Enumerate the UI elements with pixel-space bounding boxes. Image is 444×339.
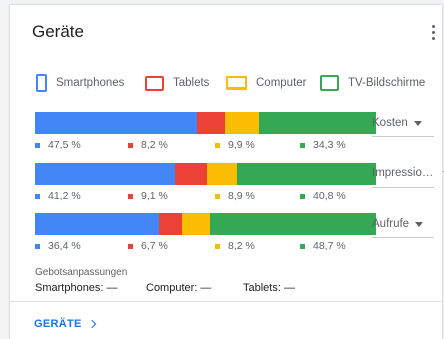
metric-select-kosten[interactable]: Kosten [372,117,422,129]
smartphones-color-icon [35,142,40,148]
data-label-tv: 48,7 % [300,240,346,252]
card-divider [10,301,442,302]
legend-item-computer[interactable]: Computer [226,74,307,92]
devices-link[interactable]: GERÄTE [34,318,96,330]
bar-segment-tablets [159,213,182,235]
bid-adjustment-tablets: Tablets: — [243,282,295,294]
data-label-tablets: 9,1 % [128,190,168,202]
devices-card: Geräte Smartphones Tablets Computer TV-B… [10,5,444,339]
data-label-tablets: 8,2 % [128,139,168,151]
stacked-bar-aufrufe [35,213,376,235]
bid-adjustment-smartphones: Smartphones: — [35,282,118,294]
computer-icon [226,76,247,90]
legend-label-tv: TV-Bildschirme [348,77,426,89]
bar-segment-tv [209,213,376,235]
metric-select-aufrufe[interactable]: Aufrufe [372,218,424,230]
tv-color-icon [300,142,305,148]
select-underline [372,136,434,137]
bar-segment-tv [236,163,376,185]
metric-select-label: Aufrufe [372,218,410,230]
data-label-smartphones: 36,4 % [35,240,81,252]
data-label-smartphones: 41,2 % [35,190,81,202]
bar-segment-computer [206,163,237,185]
devices-link-label: GERÄTE [34,318,82,330]
data-label-smartphones: 47,5 % [35,139,81,151]
bar-segment-tv [258,112,376,134]
data-label-tablets: 6,7 % [128,240,168,252]
legend-label-smartphones: Smartphones [56,77,125,89]
data-label-tv: 40,8 % [300,190,346,202]
computer-color-icon [215,243,220,249]
bar-segment-tablets [175,163,207,185]
stacked-bar-impressionen [35,163,376,185]
bid-adjustments-label: Gebotsanpassungen [35,267,128,278]
data-label-computer: 8,2 % [215,240,255,252]
card-title: Geräte [32,22,84,41]
tv-color-icon [300,243,305,249]
legend-item-tv[interactable]: TV-Bildschirme [320,74,425,92]
tablets-color-icon [128,243,133,249]
data-label-tv: 34,3 % [300,139,346,151]
metric-select-label: Kosten [372,117,408,129]
computer-color-icon [215,193,220,199]
dropdown-caret-icon [413,120,422,126]
bar-segment-tablets [197,112,226,134]
tv-icon [320,75,339,91]
data-label-computer: 8,9 % [215,190,255,202]
legend-item-smartphones[interactable]: Smartphones [36,74,124,92]
metric-select-impressionen[interactable]: Impressio… [372,167,444,179]
bid-adjustment-computer: Computer: — [146,282,212,294]
legend-label-tablets: Tablets [173,77,210,89]
smartphones-color-icon [35,243,40,249]
smartphones-color-icon [35,193,40,199]
bar-segment-smartphones [35,213,160,235]
select-underline [372,237,434,238]
dropdown-caret-icon [415,221,424,227]
data-label-computer: 9,9 % [215,139,255,151]
tablets-color-icon [128,142,133,148]
stacked-bar-kosten [35,112,376,134]
computer-color-icon [215,142,220,148]
bar-segment-computer [225,112,259,134]
bar-segment-computer [181,213,210,235]
tablets-color-icon [128,193,133,199]
metric-select-label: Impressio… [372,167,434,179]
bar-segment-smartphones [35,163,176,185]
chevron-right-icon [87,319,96,329]
select-underline [372,187,434,188]
legend-item-tablets[interactable]: Tablets [145,74,209,92]
tablet-icon [145,75,164,91]
tv-color-icon [300,193,305,199]
legend-label-computer: Computer [256,77,307,89]
smartphone-icon [36,74,47,92]
more-vert-icon[interactable] [428,25,438,45]
bar-segment-smartphones [35,112,198,134]
